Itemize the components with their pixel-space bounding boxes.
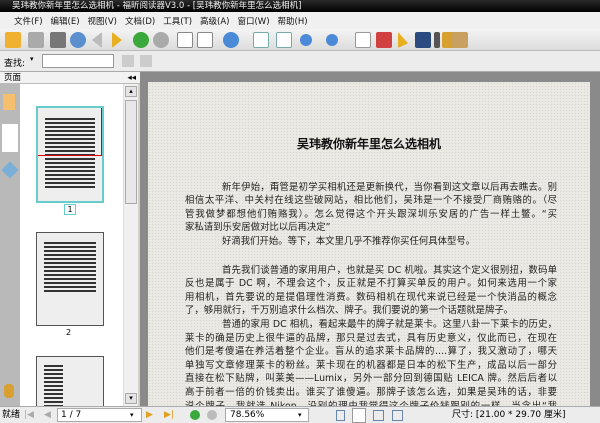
scroll-thumb[interactable]	[125, 100, 137, 204]
menu-file[interactable]: 文件(F)	[14, 15, 43, 27]
text-line: 单独写文章修理莱卡的粉丝。莱卡现在的机器都是日本的松下生产，成品以后一部分	[185, 360, 557, 371]
zoom-out-icon[interactable]	[300, 34, 312, 46]
previous-page-icon[interactable]: ◀	[44, 407, 51, 423]
hand-tool-icon[interactable]	[355, 32, 371, 48]
menu-help[interactable]: 帮助(H)	[278, 15, 308, 27]
zoom-field[interactable]: 78.56%	[225, 408, 309, 422]
page-size: 尺寸: [21.00 * 29.70 厘米]	[452, 410, 566, 420]
menu-view[interactable]: 视图(V)	[88, 15, 117, 27]
text-line: 莱卡的确是历史上很牛逼的品牌，那只是过去式，具有历史意义，仅此而已，在现在	[185, 333, 557, 344]
thumbnail-scrollbar[interactable]: ▴ ▾	[123, 84, 138, 406]
bookmarks-tab-icon[interactable]	[3, 94, 15, 110]
web-icon[interactable]	[70, 32, 86, 48]
text-line: 相信太平洋、中关村在线这些破网站，相比他们，吴玮是一个不接受厂商贿赂的。（尽	[185, 195, 557, 206]
search-options-icon[interactable]: ▾	[30, 55, 34, 63]
text-line: 首先我们谈普通的家用用户，也就是买 DC 机啦。其实这个定义很别扭，数码单	[222, 265, 557, 276]
zoom-dropdown-icon[interactable]: ▾	[298, 407, 302, 423]
rotate-left-icon[interactable]	[177, 32, 193, 48]
layers-tab-icon[interactable]	[1, 161, 19, 179]
document-page: 吴玮教你新年里怎么选相机 新年伊始，甭管是初学买相机还是更新换代，当你看到这文章…	[148, 82, 590, 412]
continuous-page-icon[interactable]	[352, 408, 366, 423]
go-back-icon[interactable]	[190, 410, 200, 420]
menu-tools[interactable]: 工具(T)	[163, 15, 192, 27]
menu-document[interactable]: 文档(D)	[125, 15, 155, 27]
panel-header: 页面 ◂◂	[0, 72, 140, 84]
open-folder-icon[interactable]	[5, 32, 21, 48]
facing-page-icon[interactable]	[373, 410, 384, 421]
search-label: 查找:	[4, 59, 26, 69]
pages-tab-icon[interactable]	[2, 124, 18, 152]
thumbnail-label-2: 2	[66, 328, 72, 337]
text-line: 家私请到乐安居做对比以后再决定”	[185, 222, 331, 233]
document-title: 吴玮教你新年里怎么选相机	[296, 137, 441, 151]
menu-advanced[interactable]: 高级(A)	[200, 15, 229, 27]
print-icon[interactable]	[50, 32, 66, 48]
search-input[interactable]	[42, 54, 114, 68]
toolbar	[0, 29, 600, 51]
zoom-in-icon[interactable]	[326, 34, 338, 46]
find-next-icon[interactable]	[140, 55, 152, 67]
back-icon[interactable]	[133, 32, 149, 48]
fit-width-icon[interactable]	[276, 32, 292, 48]
next-page-icon[interactable]	[112, 32, 122, 48]
panel-tab-strip	[0, 84, 20, 406]
save-icon[interactable]	[28, 32, 44, 48]
find-previous-icon[interactable]	[122, 55, 134, 67]
camera-icon[interactable]	[452, 32, 468, 48]
text-line: 他们是考傻逼在养活着整个企业。盲从的追求莱卡品牌的....算了，我又激动了，哪天	[185, 346, 557, 357]
text-line: 了，够用就行，千万别追求什么档次、牌子。我们要说的第一个话题就是牌子。	[185, 305, 514, 316]
text-line: 普通的家用 DC 相机，看起来最牛的牌子就是莱卡。这里八卦一下莱卡的历史，	[222, 319, 557, 330]
thumbnail-label-1: 1	[64, 204, 76, 215]
rotate-right-icon[interactable]	[197, 32, 213, 48]
go-forward-icon[interactable]	[207, 410, 217, 420]
title-bar: 吴玮教你新年里怎么选相机 - 福昕阅读器V3.0 - [吴玮教你新年里怎么选相机…	[0, 0, 600, 12]
snapshot-glasses-icon[interactable]	[376, 32, 392, 48]
text-line: 高于前者一倍的价钱卖出。谁买了谁傻逼。那牌子该怎么选，如果是吴玮的话，非要	[185, 387, 557, 398]
last-page-button[interactable]: ▶|	[164, 407, 174, 423]
menu-edit[interactable]: 编辑(E)	[51, 15, 80, 27]
window-title: 吴玮教你新年里怎么选相机 - 福昕阅读器V3.0 - [吴玮教你新年里怎么选相机…	[12, 1, 302, 11]
collapse-panel-icon[interactable]: ◂◂	[127, 72, 136, 84]
status-bar: 就绪 |◀ ◀ 1 / 7 ▾ ▶ ▶| 78.56% ▾ 尺寸: [21.00…	[0, 406, 600, 423]
attachments-tab-icon[interactable]	[4, 384, 14, 398]
text-line: 新年伊始，甭管是初学买相机还是更新换代，当你看到这文章以后再去瞧去。别	[222, 182, 557, 193]
select-arrow-icon[interactable]	[398, 32, 408, 48]
page-dropdown-icon[interactable]: ▾	[130, 407, 134, 423]
next-page-button[interactable]: ▶	[146, 407, 153, 423]
continuous-facing-icon[interactable]	[392, 410, 403, 421]
prev-page-icon[interactable]	[92, 32, 102, 48]
scroll-down-icon[interactable]: ▾	[125, 393, 137, 404]
thumbnail-page-2[interactable]	[36, 232, 104, 326]
text-line: 好滴我们开始。等下，本文里几乎不推荐你买任何具体型号。	[222, 236, 476, 247]
text-line: 用相机，首先要说的是提倡理性消费。数码相机在现代来说已经是一个快消品的概念	[185, 292, 557, 303]
menu-bar: 文件(F) 编辑(E) 视图(V) 文档(D) 工具(T) 高级(A) 窗口(W…	[0, 12, 600, 29]
thumbnail-list: 1 2	[20, 84, 123, 416]
panel-title: 页面	[4, 73, 22, 83]
fit-page-icon[interactable]	[253, 32, 269, 48]
zoom-in-tool-icon[interactable]	[223, 32, 239, 48]
text-line: 管我做梦都想他们贿赂我）。怎么觉得这个开头跟深圳乐安居的广告一样土鳖。“买	[185, 209, 557, 220]
find-binoculars-icon[interactable]	[415, 32, 431, 48]
page-number-value: 1 / 7	[61, 410, 82, 420]
zoom-value: 78.56%	[230, 410, 265, 420]
menu-window[interactable]: 窗口(W)	[237, 15, 269, 27]
scroll-up-icon[interactable]: ▴	[125, 86, 137, 97]
forward-icon[interactable]	[153, 32, 169, 48]
first-page-icon[interactable]: |◀	[24, 407, 34, 423]
thumbnail-page-1[interactable]	[36, 106, 104, 203]
text-line: 直接在松下贴牌，叫莱美——Lumix，另外一部分回到德国贴 LEICA 牌。然后…	[185, 373, 557, 384]
single-page-icon[interactable]	[336, 410, 345, 421]
text-line: 反也是属于 DC 啊，不理会这个，反正就是不打算买单反的用户。如何来选用一个家	[185, 278, 557, 289]
status-text: 就绪	[2, 410, 21, 420]
text-select-icon[interactable]	[434, 32, 440, 48]
search-bar: 查找: ▾	[0, 51, 600, 72]
